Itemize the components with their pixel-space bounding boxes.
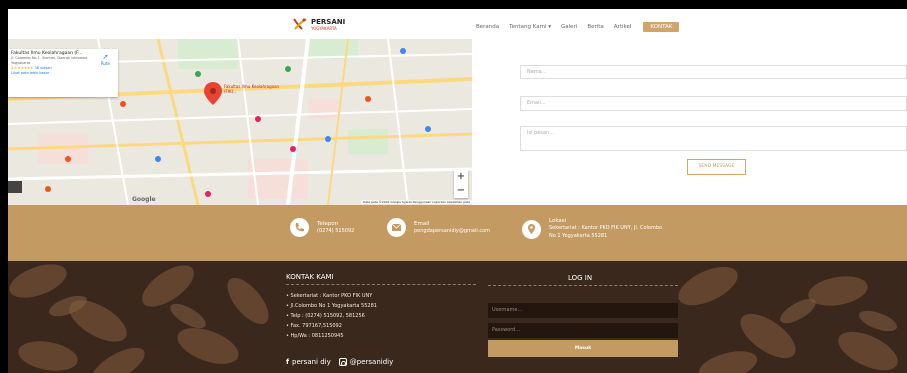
facebook-icon: f [286,358,290,366]
map-attribution[interactable]: Data peta ©2022 Google Syarat Penggunaan… [360,200,472,204]
instagram-link[interactable]: @persanidiy [350,358,393,366]
larger-map-link[interactable]: Lihat peta lebih besar [11,71,115,75]
kontak-item: • Jl.Colombo No 1 Yogyakarta 55281 [286,303,377,309]
zoom-out-button[interactable]: − [454,184,468,198]
kontak-divider [286,284,476,285]
place-rating: 4.6 ★★★★★ 38 ulasan [11,66,52,70]
facebook-link[interactable]: persani diy [292,358,331,366]
logo-name: PERSANI [311,17,346,26]
username-input[interactable]: Username... [488,303,678,318]
kontak-item: • Hp/Wa : 0811250945 [286,333,344,339]
map-zoom-control: + − [454,170,468,198]
kontak-kami-heading: KONTAK KAMI [286,273,334,281]
directions-icon: ➚ [102,53,109,61]
web-page: PERSANI YOGYAKARTA Beranda Tentang Kami … [8,9,907,373]
directions-button[interactable]: ➚ Rute [101,53,110,66]
email-input[interactable]: Email... [520,96,907,111]
kontak-list: • Sekertariat : Kantor PKO FIK UNY • Jl.… [286,291,377,341]
location-value-line1: Sekertariat : Kantor PKO FIK UNY, Jl. Co… [549,225,663,231]
password-input[interactable]: Password... [488,323,678,338]
phone-info: Telepon (0274) 515092 [290,218,354,237]
nav-galeri[interactable]: Galeri [561,24,577,30]
send-message-button[interactable]: SEND MESSAGE [687,159,746,175]
logo-subtitle: YOGYAKARTA [311,25,337,31]
nav-tentang-kami[interactable]: Tentang Kami ▾ [509,24,551,30]
name-input[interactable]: Nama... [520,65,907,79]
almond-background [8,261,907,373]
location-value-line2: No 1 Yogyakarta 55281 [549,233,608,239]
phone-value: (0274) 515092 [317,227,355,234]
zoom-in-button[interactable]: + [454,170,468,184]
nav-kontak[interactable]: KONTAK [643,22,680,32]
login-heading: LOG IN [568,274,593,282]
map-fullscreen-button[interactable] [8,181,22,193]
login-button[interactable]: Masuk [488,340,678,357]
location-pin-icon [522,219,541,239]
main-nav: Beranda Tentang Kami ▾ Galeri Berita Art… [476,22,689,32]
nav-beranda[interactable]: Beranda [476,24,499,30]
kontak-item: • Sekertariat : Kantor PKO FIK UNY [286,293,373,299]
place-address: Jl. Colombo No.1, Sleman, Daerah Istimew… [11,56,88,65]
login-divider [488,285,678,286]
site-footer: KONTAK KAMI • Sekertariat : Kantor PKO F… [8,261,907,373]
location-info: Lokasi Sekertariat : Kantor PKO FIK UNY,… [522,218,662,240]
google-logo: Google [132,196,156,203]
nav-berita[interactable]: Berita [587,24,603,30]
email-value[interactable]: pengdapersanidiy@gmail.com [414,227,490,235]
message-textarea[interactable]: Isi pesan... [520,126,907,151]
map-pin-label: Fakultas Ilmu Keolahragaan (FIK)... [224,84,280,94]
contact-info-bar: Telepon (0274) 515092 Email pengdapersan… [8,205,907,261]
social-links: f persani diy @persanidiy [286,358,393,366]
envelope-icon [387,218,406,237]
phone-icon [290,218,309,237]
google-map[interactable]: Fakultas Ilmu Keolahragaan (FIK)... Faku… [8,39,472,205]
kontak-item: • Fax. 797167,515092 [286,323,342,329]
gymnast-logo-icon [292,17,308,31]
kontak-item: • Telp : (0274) 515092, 581256 [286,313,365,319]
instagram-icon [338,358,347,366]
site-header: PERSANI YOGYAKARTA Beranda Tentang Kami … [8,9,907,39]
email-info: Email pengdapersanidiy@gmail.com [387,218,490,237]
persani-logo[interactable]: PERSANI YOGYAKARTA [292,17,345,31]
map-place-card: Fakultas Ilmu Keolahragaan (F... Jl. Col… [8,49,118,97]
nav-artikel[interactable]: Artikel [614,24,632,30]
